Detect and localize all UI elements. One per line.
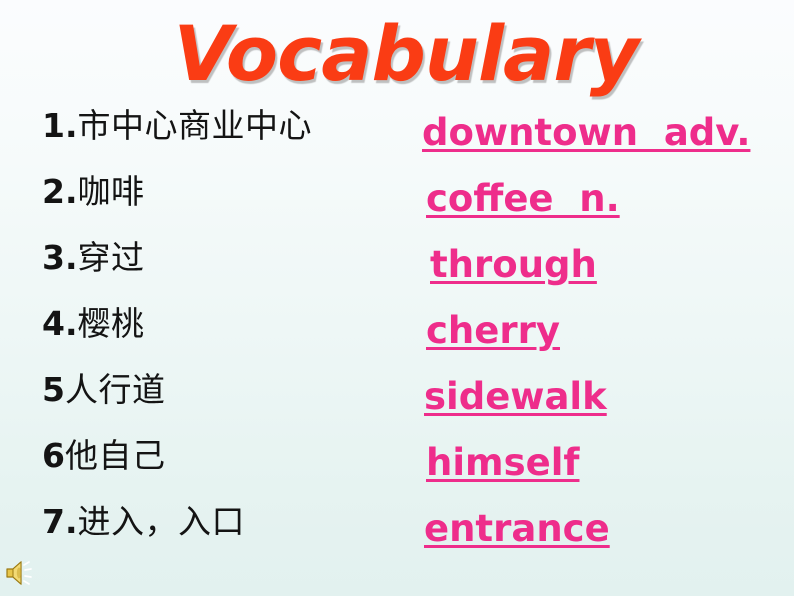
chinese-term: 进入，入口 [77,502,245,541]
english-term: cherry [426,309,560,352]
vocabulary-row: 1. 市中心商业中心 [42,104,422,170]
page-title: Vocabulary [173,9,640,98]
chinese-term: 他自己 [64,436,166,475]
english-term: sidewalk [424,375,607,418]
vocabulary-row: 7. 进入，入口 [42,500,422,566]
chinese-term: 人行道 [64,370,166,409]
vocabulary-row: 6 他自己 [42,434,422,500]
english-answer-row: sidewalk [418,374,794,440]
speaker-icon[interactable] [3,556,37,590]
vocabulary-row: 5 人行道 [42,368,422,434]
vocabulary-row: 2. 咖啡 [42,170,422,236]
slide-canvas: Vocabulary 1. 市中心商业中心 2. 咖啡 3. 穿过 4. 樱桃 5 人行道… [0,0,794,596]
chinese-term: 咖啡 [77,172,145,211]
vocabulary-row: 4. 樱桃 [42,302,422,368]
chinese-term: 穿过 [77,238,145,277]
chinese-terms-column: 1. 市中心商业中心 2. 咖啡 3. 穿过 4. 樱桃 5 人行道 6 他自己 7. 进入，… [42,104,422,566]
item-number: 2. [42,172,78,211]
chinese-term: 樱桃 [77,304,145,343]
item-number: 7. [42,502,78,541]
english-term: entrance [424,507,610,550]
english-term: himself [426,441,580,484]
english-answer-row: cherry [418,308,794,374]
item-number: 4. [42,304,78,343]
vocabulary-row: 3. 穿过 [42,236,422,302]
item-number: 3. [42,238,78,277]
english-answer-row: entrance [418,506,794,572]
item-number: 5 [42,370,65,409]
item-number: 6 [42,436,65,475]
english-answer-row: coffee n. [418,176,794,242]
item-number: 1. [42,106,78,145]
english-answer-row: through [418,242,794,308]
english-terms-column: downtown adv. coffee n. through cherry s… [418,110,794,572]
english-answer-row: downtown adv. [418,110,794,176]
english-term: downtown adv. [422,111,751,154]
english-term: coffee n. [426,177,620,220]
chinese-term: 市中心商业中心 [77,106,312,145]
english-term: through [430,243,597,286]
english-answer-row: himself [418,440,794,506]
